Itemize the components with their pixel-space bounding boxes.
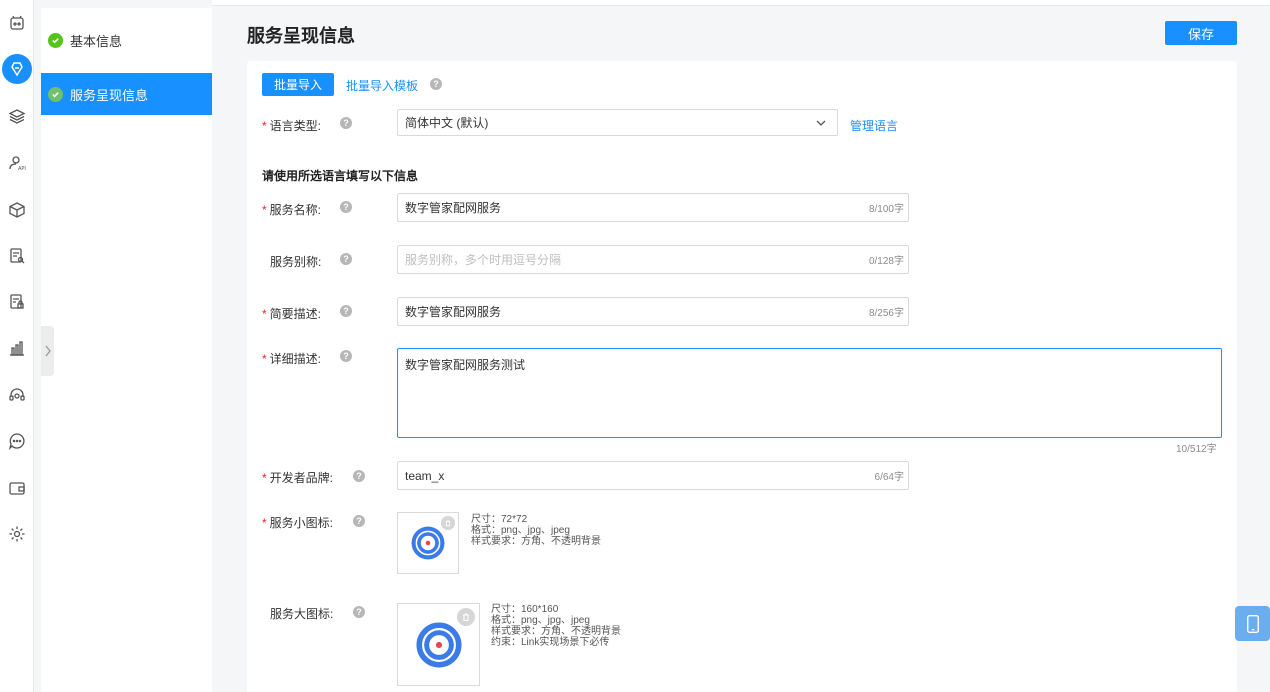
help-icon[interactable]: ?: [340, 253, 352, 265]
hint-style: 样式要求：方角、不透明背景: [471, 536, 601, 547]
developer-brand-label: * 开发者品牌:: [262, 471, 334, 485]
help-icon[interactable]: ?: [430, 78, 442, 90]
doc-search-icon[interactable]: [2, 241, 32, 271]
phone-icon: [1246, 614, 1259, 633]
section-title: 请使用所选语言填写以下信息: [262, 169, 419, 183]
cube-icon[interactable]: [2, 195, 32, 225]
top-strip: [212, 0, 1270, 6]
small-icon-label: * 服务小图标:: [262, 516, 334, 530]
chat-icon[interactable]: [2, 426, 32, 456]
detail-desc-label: * 详细描述:: [262, 352, 322, 366]
step-presentation-info[interactable]: 服务呈现信息: [41, 73, 212, 115]
char-count: 6/64字: [874, 472, 904, 483]
doc-lock-icon[interactable]: [2, 287, 32, 317]
step-label: 基本信息: [70, 33, 123, 49]
page-title: 服务呈现信息: [247, 26, 355, 46]
language-value: 简体中文 (默认): [405, 116, 489, 130]
icon-rail: API: [0, 0, 34, 692]
step-basic-info[interactable]: 基本信息: [41, 19, 212, 61]
small-icon-hints: 尺寸：72*72 格式：png、jpg、jpeg 样式要求：方角、不透明背景: [471, 514, 601, 547]
chevron-right-icon: [44, 345, 51, 357]
help-icon[interactable]: ?: [340, 201, 352, 213]
hint-constraint: 约束：Link实现场景下必传: [491, 637, 610, 648]
large-icon-label: 服务大图标:: [270, 607, 334, 621]
batch-import-button[interactable]: 批量导入: [262, 73, 334, 96]
service-name-value: 数字管家配网服务: [405, 201, 502, 215]
developer-brand-input[interactable]: team_x 6/64字: [397, 461, 909, 490]
svg-text:API: API: [18, 166, 26, 172]
save-button[interactable]: 保存: [1165, 21, 1237, 45]
phone-preview-button[interactable]: [1235, 606, 1270, 641]
hint-size: 尺寸：160*160: [491, 604, 559, 615]
step-label: 服务呈现信息: [70, 87, 149, 103]
char-count: 0/128字: [868, 256, 904, 267]
help-icon[interactable]: ?: [353, 470, 365, 482]
check-circle-icon: [48, 86, 63, 102]
service-alias-input[interactable]: 服务别称，多个时用逗号分隔 0/128字: [397, 245, 909, 274]
sidebar-collapse-toggle[interactable]: [41, 326, 54, 376]
language-select[interactable]: 简体中文 (默认): [397, 109, 838, 136]
help-icon[interactable]: ?: [340, 305, 352, 317]
form-card: 批量导入 批量导入模板 ? * 语言类型: ? 简体中文 (默认) 管理语言 请使…: [247, 61, 1237, 692]
manage-language-link[interactable]: 管理语言: [850, 117, 898, 134]
char-count: 8/256字: [868, 308, 904, 319]
brief-desc-label: * 简要描述:: [262, 307, 322, 321]
gear-icon[interactable]: [2, 519, 32, 549]
small-icon-preview[interactable]: [397, 512, 459, 574]
user-api-icon[interactable]: API: [2, 148, 32, 178]
hint-style: 样式要求：方角、不透明背景: [491, 626, 621, 637]
help-icon[interactable]: ?: [353, 515, 365, 527]
robot-icon[interactable]: [2, 8, 32, 38]
import-template-link[interactable]: 批量导入模板: [346, 77, 418, 94]
developer-brand-value: team_x: [405, 468, 445, 483]
steps-sidebar: 基本信息 服务呈现信息: [41, 8, 212, 692]
service-name-input[interactable]: 数字管家配网服务 8/100字: [397, 193, 909, 222]
chevron-down-icon: [816, 120, 826, 126]
language-label: * 语言类型:: [262, 119, 322, 133]
headset-icon[interactable]: [2, 380, 32, 410]
char-count: 10/512字: [1176, 444, 1217, 455]
hint-size: 尺寸：72*72: [471, 514, 528, 525]
check-circle-icon: [48, 32, 63, 48]
help-icon[interactable]: ?: [353, 606, 365, 618]
hint-format: 格式：png、jpg、jpeg: [471, 525, 570, 536]
help-icon[interactable]: ?: [340, 350, 352, 362]
brand-logo-icon[interactable]: [2, 54, 32, 84]
large-icon-preview[interactable]: [397, 603, 480, 686]
service-name-label: * 服务名称:: [262, 203, 322, 217]
service-alias-placeholder: 服务别称，多个时用逗号分隔: [405, 253, 562, 267]
hint-format: 格式：png、jpg、jpeg: [491, 615, 590, 626]
trash-icon[interactable]: [457, 608, 475, 626]
brief-desc-value: 数字管家配网服务: [405, 305, 502, 319]
wallet-icon[interactable]: [2, 473, 32, 503]
layers-icon[interactable]: [2, 101, 32, 131]
bar-chart-icon[interactable]: [2, 333, 32, 363]
brief-desc-input[interactable]: 数字管家配网服务 8/256字: [397, 297, 909, 326]
large-icon-hints: 尺寸：160*160 格式：png、jpg、jpeg 样式要求：方角、不透明背景…: [491, 604, 621, 648]
detail-desc-textarea[interactable]: 数字管家配网服务测试: [397, 348, 1222, 438]
help-icon[interactable]: ?: [340, 117, 352, 129]
trash-icon[interactable]: [441, 516, 455, 530]
char-count: 8/100字: [868, 204, 904, 215]
service-alias-label: 服务别称:: [270, 255, 322, 269]
